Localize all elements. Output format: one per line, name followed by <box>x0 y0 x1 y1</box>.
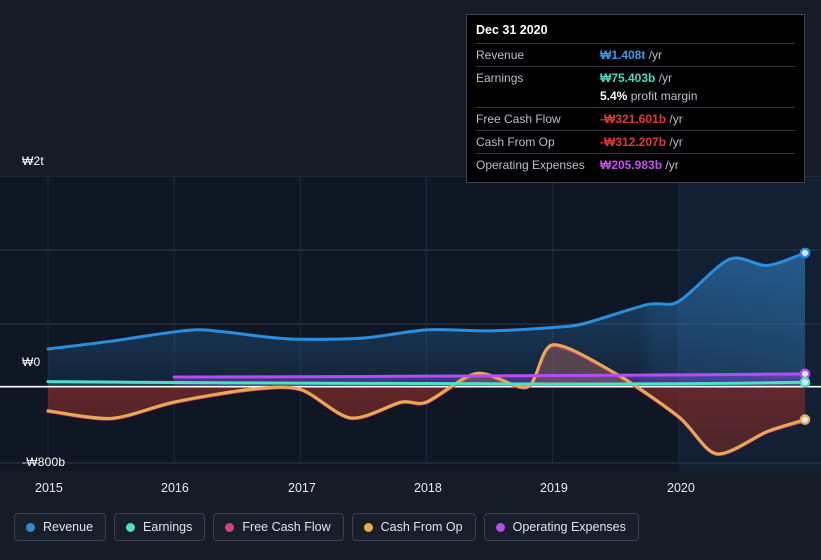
legend-item-earnings[interactable]: Earnings <box>114 513 206 541</box>
tooltip-label-earnings: Earnings <box>476 66 600 89</box>
tooltip-label-operating-expenses: Operating Expenses <box>476 153 600 176</box>
tooltip-amount-free-cash-flow: -₩321.601b <box>600 112 667 126</box>
y-axis-label-top: ₩2t <box>22 154 44 168</box>
x-axis-label-2016: 2016 <box>161 481 189 495</box>
tooltip-value-profit-margin: 5.4% profit margin <box>600 89 795 108</box>
tooltip-suffix-operating-expenses: /yr <box>665 158 679 172</box>
y-axis-label-zero: ₩0 <box>22 355 41 369</box>
tooltip-suffix-earnings: /yr <box>658 71 673 85</box>
tooltip-label-profit-margin: profit margin <box>630 89 698 103</box>
tooltip-value-cash-from-op: -₩312.207b /yr <box>600 130 795 154</box>
legend-dot-earnings-icon <box>126 522 136 532</box>
x-axis-label-2018: 2018 <box>414 481 442 495</box>
tooltip-label-cash-from-op: Cash From Op <box>476 130 600 154</box>
tooltip-row-profit-margin: 5.4% profit margin <box>476 89 795 108</box>
tooltip-row-operating-expenses: Operating Expenses ₩205.983b /yr <box>476 153 795 176</box>
tooltip-suffix-free-cash-flow: /yr <box>669 112 683 126</box>
legend-label-operating-expenses: Operating Expenses <box>512 520 626 534</box>
tooltip-value-revenue: ₩1.408t /yr <box>600 43 795 67</box>
x-axis-label-2015: 2015 <box>35 481 63 495</box>
legend-label-revenue: Revenue <box>43 520 94 534</box>
chart-screenshot: ₩2t ₩0 -₩800b 2015 2016 2017 2018 2019 2… <box>0 0 821 560</box>
legend-label-free-cash-flow: Free Cash Flow <box>242 520 331 534</box>
legend-item-operating-expenses[interactable]: Operating Expenses <box>483 513 639 541</box>
tooltip-amount-earnings: ₩75.403b <box>600 71 656 85</box>
tooltip-suffix-cash-from-op: /yr <box>669 135 683 149</box>
tooltip-row-cash-from-op: Cash From Op -₩312.207b /yr <box>476 130 795 154</box>
legend-item-cash-from-op[interactable]: Cash From Op <box>351 513 476 541</box>
x-axis-label-2019: 2019 <box>540 481 568 495</box>
x-axis-label-2017: 2017 <box>288 481 316 495</box>
tooltip-label-revenue: Revenue <box>476 43 600 67</box>
tooltip-row-revenue: Revenue ₩1.408t /yr <box>476 43 795 67</box>
tooltip-amount-revenue: ₩1.408t <box>600 48 646 62</box>
legend-dot-operating-expenses-icon <box>495 522 505 532</box>
chart-legend: Revenue Earnings Free Cash Flow Cash Fro… <box>14 513 639 541</box>
chart-svg <box>0 176 821 471</box>
tooltip-row-earnings: Earnings ₩75.403b /yr <box>476 66 795 89</box>
tooltip-amount-cash-from-op: -₩312.207b <box>600 135 667 149</box>
legend-dot-revenue-icon <box>26 522 35 532</box>
tooltip-suffix-revenue: /yr <box>648 48 663 62</box>
tooltip-label-free-cash-flow: Free Cash Flow <box>476 107 600 131</box>
legend-label-cash-from-op: Cash From Op <box>380 520 463 534</box>
legend-item-free-cash-flow[interactable]: Free Cash Flow <box>213 513 344 541</box>
tooltip-row-free-cash-flow: Free Cash Flow -₩321.601b /yr <box>476 107 795 131</box>
tooltip-value-operating-expenses: ₩205.983b /yr <box>600 153 795 176</box>
y-axis-label-bottom: -₩800b <box>22 455 66 469</box>
tooltip-value-earnings: ₩75.403b /yr <box>600 66 795 89</box>
x-axis-label-2020: 2020 <box>667 481 695 495</box>
tooltip-amount-profit-margin: 5.4% <box>600 89 628 103</box>
legend-dot-cash-from-op-icon <box>363 522 373 532</box>
legend-dot-free-cash-flow-icon <box>225 522 235 532</box>
tooltip-table: Revenue ₩1.408t /yr Earnings ₩75.403b /y… <box>476 43 795 176</box>
tooltip: Dec 31 2020 Revenue ₩1.408t /yr Earnings… <box>466 14 805 183</box>
tooltip-date: Dec 31 2020 <box>476 23 548 37</box>
tooltip-value-free-cash-flow: -₩321.601b /yr <box>600 107 795 131</box>
chart-plot-area[interactable] <box>0 176 821 471</box>
legend-item-revenue[interactable]: Revenue <box>14 513 107 541</box>
tooltip-amount-operating-expenses: ₩205.983b <box>600 158 663 172</box>
legend-label-earnings: Earnings <box>143 520 193 534</box>
